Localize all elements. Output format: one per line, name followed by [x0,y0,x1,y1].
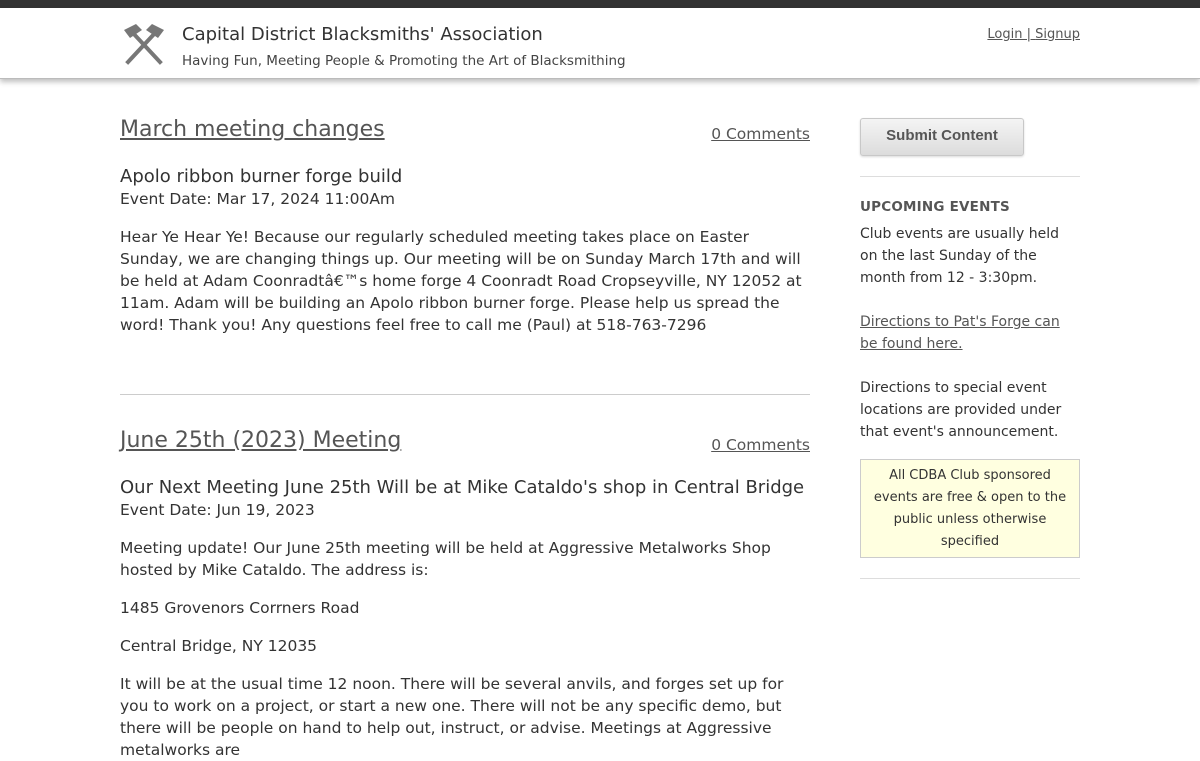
post: March meeting changes 0 Comments Apolo r… [120,116,810,336]
upcoming-events-heading: UPCOMING EVENTS [860,199,1010,215]
top-bar [0,0,1200,8]
comments-link[interactable]: 0 Comments [711,125,810,143]
site-tagline: Having Fun, Meeting People & Promoting t… [182,53,626,69]
auth-links: Login | Signup [987,27,1080,42]
login-link[interactable]: Login [987,27,1022,42]
auth-separator[interactable]: | [1022,27,1035,42]
site-header: Capital District Blacksmiths' Associatio… [0,8,1200,79]
signup-link[interactable]: Signup [1035,27,1080,42]
sidebar-divider [860,176,1080,177]
post-paragraph: 1485 Grovenors Corrners Road [120,599,360,617]
sidebar: Submit Content UPCOMING EVENTS Club even… [860,118,1080,579]
post: June 25th (2023) Meeting 0 Comments Our … [120,427,810,761]
event-title: Our Next Meeting June 25th Will be at Mi… [120,477,805,498]
event-date: Event Date: Jun 19, 2023 [120,501,315,519]
upcoming-events-text: Club events are usually held on the last… [860,226,1059,286]
main-content: March meeting changes 0 Comments Apolo r… [120,110,810,761]
post-paragraph: Meeting update! Our June 25th meeting wi… [120,539,771,579]
submit-content-button[interactable]: Submit Content [860,118,1024,156]
special-events-text: Directions to special event locations ar… [860,380,1062,440]
site-title[interactable]: Capital District Blacksmiths' Associatio… [182,24,543,45]
event-date: Event Date: Mar 17, 2024 11:00Am [120,190,396,208]
post-divider [120,394,810,395]
post-paragraph: It will be at the usual time 12 noon. Th… [120,675,784,759]
free-events-notice: All CDBA Club sponsored events are free … [860,459,1080,558]
post-paragraph: Hear Ye Hear Ye! Because our regularly s… [120,228,802,334]
crossed-hammers-icon[interactable] [122,22,166,66]
directions-link[interactable]: Directions to Pat's Forge can be found h… [860,311,1080,355]
post-paragraph: Central Bridge, NY 12035 [120,637,318,655]
comments-link[interactable]: 0 Comments [711,436,810,454]
event-title: Apolo ribbon burner forge build [120,166,403,187]
post-title-link[interactable]: June 25th (2023) Meeting [120,427,810,455]
sidebar-divider [860,578,1080,579]
post-title-link[interactable]: March meeting changes [120,116,810,144]
